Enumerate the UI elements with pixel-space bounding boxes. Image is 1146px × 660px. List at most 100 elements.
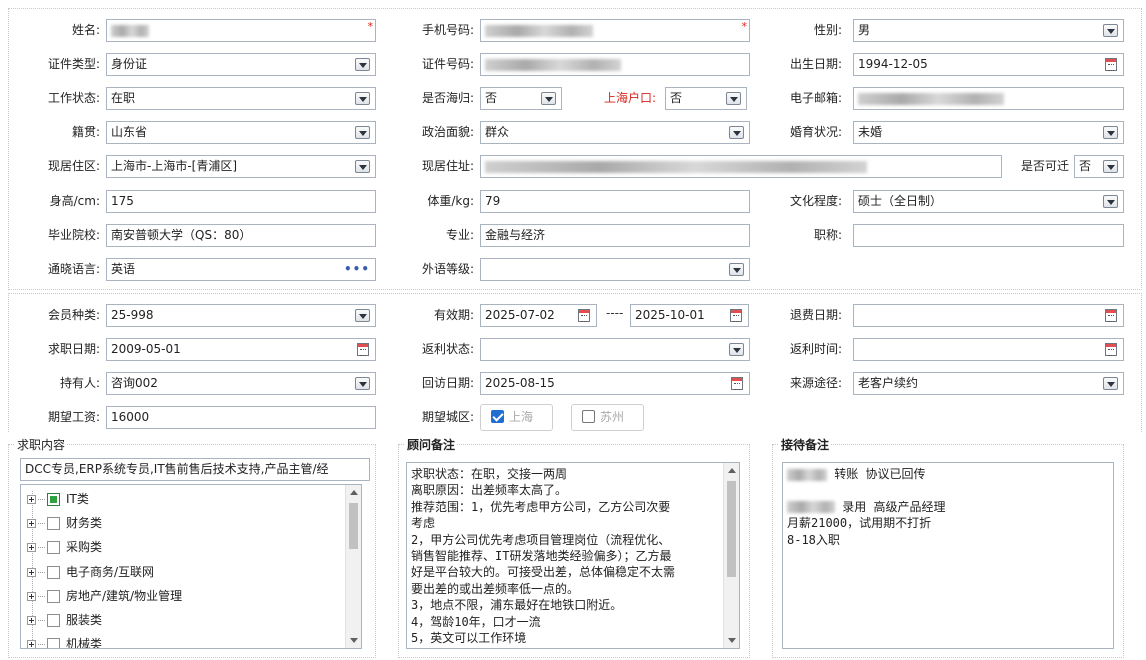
- city-option-shanghai[interactable]: 上海: [480, 404, 553, 431]
- chevron-down-icon[interactable]: [355, 309, 370, 322]
- chevron-down-icon[interactable]: [726, 92, 741, 105]
- checkbox-icon[interactable]: [47, 614, 60, 627]
- reception-notes-textarea[interactable]: 转账 协议已回传 录用 高级产品经理 月薪21000，试用期不打折 8-18入职: [782, 462, 1114, 649]
- tree-item-apparel[interactable]: 服装类: [27, 610, 102, 630]
- checkbox-icon[interactable]: [582, 410, 595, 423]
- political-select[interactable]: 群众: [480, 121, 750, 144]
- chevron-down-icon[interactable]: [355, 160, 370, 173]
- more-dots-icon[interactable]: •••: [344, 259, 370, 280]
- weight-field[interactable]: 79: [480, 190, 750, 213]
- height-value: 175: [111, 194, 134, 208]
- job-content-summary[interactable]: DCC专员,ERP系统专员,IT售前售后技术支持,产品主管/经: [20, 458, 370, 481]
- chevron-down-icon[interactable]: [355, 92, 370, 105]
- calendar-icon[interactable]: [731, 377, 743, 390]
- job-category-tree[interactable]: IT类 财务类 采购类 电子商务/互联网 房地产/建筑/物业管理 服装类 机械类: [20, 484, 362, 649]
- shanghai-hukou-select[interactable]: 否: [665, 87, 747, 110]
- chevron-down-icon[interactable]: [355, 126, 370, 139]
- tree-item-machinery[interactable]: 机械类: [27, 634, 102, 648]
- checkbox-icon[interactable]: [47, 517, 60, 530]
- calendar-icon[interactable]: [578, 309, 590, 322]
- chevron-down-icon[interactable]: [729, 343, 744, 356]
- chevron-down-icon[interactable]: [541, 92, 556, 105]
- tree-item-ecommerce[interactable]: 电子商务/互联网: [27, 562, 154, 582]
- id-number-field[interactable]: [480, 53, 750, 76]
- expand-plus-icon[interactable]: [27, 543, 36, 552]
- advisor-note-line: 销售智能推荐、IT研发落地类经验偏多）；乙方最: [411, 549, 672, 564]
- advisor-note-line: 5，英文可以工作环境: [411, 631, 527, 646]
- gender-select[interactable]: 男: [853, 19, 1124, 42]
- scroll-thumb[interactable]: [349, 503, 358, 549]
- phone-field[interactable]: *: [480, 19, 750, 42]
- visit-date-field[interactable]: 2025-08-15: [480, 372, 750, 395]
- notes-scrollbar[interactable]: [723, 463, 739, 648]
- tree-item-finance[interactable]: 财务类: [27, 513, 102, 533]
- scroll-thumb[interactable]: [727, 481, 736, 577]
- advisor-notes-textarea[interactable]: 求职状态：在职，交接一两周 离职原因：出差频率太高了。 推荐范围：1，优先考虑甲…: [406, 462, 740, 649]
- chevron-down-icon[interactable]: [1103, 195, 1118, 208]
- major-field[interactable]: 金融与经济: [480, 224, 750, 247]
- chevron-down-icon[interactable]: [729, 126, 744, 139]
- validity-end-field[interactable]: 2025-10-01: [630, 304, 749, 327]
- source-select[interactable]: 老客户续约: [853, 372, 1124, 395]
- title-field[interactable]: [853, 224, 1124, 247]
- checkbox-checked-icon[interactable]: [47, 493, 60, 506]
- expand-plus-icon[interactable]: [27, 495, 36, 504]
- marital-select[interactable]: 未婚: [853, 121, 1124, 144]
- chevron-down-icon[interactable]: [729, 263, 744, 276]
- expected-salary-field[interactable]: 16000: [106, 406, 376, 429]
- height-field[interactable]: 175: [106, 190, 376, 213]
- tree-scrollbar[interactable]: [345, 485, 361, 648]
- chevron-down-icon[interactable]: [1103, 24, 1118, 37]
- residence-area-select[interactable]: 上海市-上海市-[青浦区]: [106, 155, 376, 178]
- id-type-select[interactable]: 身份证: [106, 53, 376, 76]
- scroll-down-icon[interactable]: [350, 638, 358, 643]
- scroll-up-icon[interactable]: [728, 468, 736, 473]
- email-field[interactable]: [853, 87, 1124, 110]
- education-select[interactable]: 硕士（全日制）: [853, 190, 1124, 213]
- expand-plus-icon[interactable]: [27, 568, 36, 577]
- languages-field[interactable]: 英语 •••: [106, 258, 376, 281]
- rebate-time-field[interactable]: [853, 338, 1124, 361]
- relocate-value: 否: [1079, 159, 1092, 173]
- name-field[interactable]: *: [106, 19, 376, 42]
- work-status-select[interactable]: 在职: [106, 87, 376, 110]
- checkbox-checked-icon[interactable]: [491, 410, 504, 423]
- rebate-status-select[interactable]: [480, 338, 750, 361]
- refund-date-field[interactable]: [853, 304, 1124, 327]
- scroll-up-icon[interactable]: [350, 490, 358, 495]
- validity-start-field[interactable]: 2025-07-02: [480, 304, 597, 327]
- calendar-icon[interactable]: [730, 309, 742, 322]
- expand-plus-icon[interactable]: [27, 640, 36, 648]
- relocate-select[interactable]: 否: [1074, 155, 1124, 178]
- foreign-level-select[interactable]: [480, 258, 750, 281]
- checkbox-icon[interactable]: [47, 590, 60, 603]
- tree-item-purchasing[interactable]: 采购类: [27, 537, 102, 557]
- scroll-down-icon[interactable]: [728, 638, 736, 643]
- expand-plus-icon[interactable]: [27, 519, 36, 528]
- birth-date-field[interactable]: 1994-12-05: [853, 53, 1124, 76]
- chevron-down-icon[interactable]: [1103, 126, 1118, 139]
- city-option-suzhou[interactable]: 苏州: [571, 404, 644, 431]
- chevron-down-icon[interactable]: [1103, 377, 1118, 390]
- job-date-field[interactable]: 2009-05-01: [106, 338, 376, 361]
- tree-item-realestate[interactable]: 房地产/建筑/物业管理: [27, 586, 182, 606]
- calendar-icon[interactable]: [1105, 343, 1117, 356]
- expand-plus-icon[interactable]: [27, 616, 36, 625]
- chevron-down-icon[interactable]: [1103, 160, 1118, 173]
- residence-address-field[interactable]: [480, 155, 1002, 178]
- native-place-select[interactable]: 山东省: [106, 121, 376, 144]
- calendar-icon[interactable]: [1105, 58, 1117, 71]
- checkbox-icon[interactable]: [47, 566, 60, 579]
- holder-select[interactable]: 咨询002: [106, 372, 376, 395]
- checkbox-icon[interactable]: [47, 541, 60, 554]
- school-field[interactable]: 南安普顿大学（QS：80）: [106, 224, 376, 247]
- returnee-select[interactable]: 否: [480, 87, 562, 110]
- expand-plus-icon[interactable]: [27, 592, 36, 601]
- member-type-select[interactable]: 25-998: [106, 304, 376, 327]
- chevron-down-icon[interactable]: [355, 58, 370, 71]
- calendar-icon[interactable]: [1105, 309, 1117, 322]
- calendar-icon[interactable]: [357, 343, 369, 356]
- checkbox-icon[interactable]: [47, 638, 60, 648]
- tree-item-it[interactable]: IT类: [27, 489, 89, 509]
- chevron-down-icon[interactable]: [355, 377, 370, 390]
